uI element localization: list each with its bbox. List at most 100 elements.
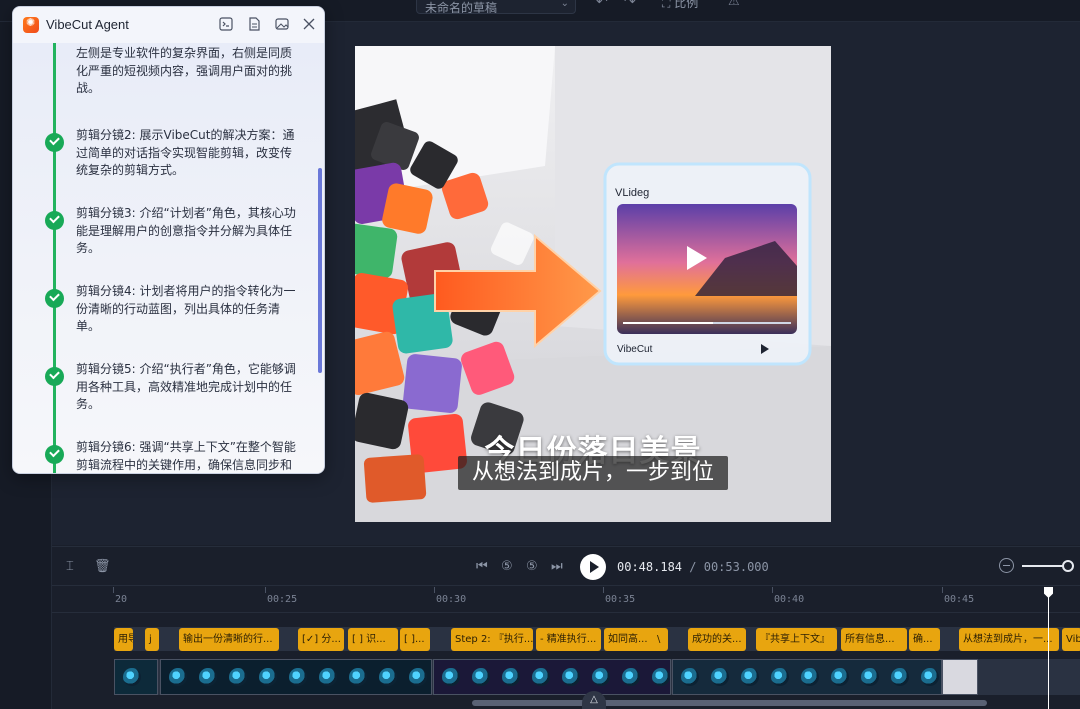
forward-5s-icon[interactable]: ⑤	[526, 559, 538, 575]
robot-thumbnail-icon	[199, 668, 217, 686]
time-separator: /	[689, 560, 697, 574]
project-name-select[interactable]: 未命名的草稿 ⌄	[416, 0, 576, 14]
agent-panel: VibeCut Agent 左侧是专业软件的复杂界面，右侧是同质化严重的短视频内…	[12, 6, 325, 474]
ruler-tick	[113, 587, 114, 593]
robot-thumbnail-icon	[801, 668, 819, 686]
robot-thumbnail-icon	[502, 668, 520, 686]
video-preview[interactable]: VLideg VibeCut 今日份落日美景 从想法到成片，一步到位	[355, 46, 831, 522]
undo-icon[interactable]: ↶	[596, 0, 608, 10]
video-clip[interactable]	[942, 659, 978, 695]
caption-clip[interactable]: 从想法到成片，一...	[959, 628, 1059, 651]
agent-steps-list[interactable]: 左侧是专业软件的复杂界面，右侧是同质化严重的短视频内容，强调用户面对的挑战。 剪辑…	[13, 43, 324, 473]
robot-thumbnail-icon	[259, 668, 277, 686]
playback-controls: ⌶ 🗑 ⏮ ⑤ ⑤ ⏭ 00:48.184 / 00:53.000	[52, 546, 1080, 586]
aspect-ratio-button[interactable]: ⛶ 比例	[662, 0, 698, 11]
close-icon[interactable]	[302, 17, 316, 31]
terminal-icon[interactable]	[219, 17, 233, 31]
inner-player-title: VLideg	[615, 187, 649, 199]
check-circle-icon	[45, 367, 64, 386]
agent-title: VibeCut Agent	[46, 17, 129, 32]
robot-thumbnail-icon	[472, 668, 490, 686]
timecode: 00:48.184 / 00:53.000	[617, 560, 769, 574]
caption-clip[interactable]: 所有信息...	[841, 628, 907, 651]
robot-thumbnail-icon	[442, 668, 460, 686]
robot-thumbnail-icon	[409, 668, 427, 686]
ruler-tick-label: 00:30	[436, 594, 467, 605]
agent-step-text: 左侧是专业软件的复杂界面，右侧是同质化严重的短视频内容，强调用户面对的挑战。	[76, 46, 293, 95]
robot-thumbnail-icon	[622, 668, 640, 686]
split-icon[interactable]: ⌶	[66, 559, 74, 575]
play-button[interactable]	[580, 554, 606, 580]
robot-thumbnail-icon	[861, 668, 879, 686]
robot-thumbnail-icon	[652, 668, 670, 686]
ruler-tick-label: 20	[115, 594, 128, 605]
caption-clip[interactable]: 用导...	[114, 628, 133, 651]
caption-clip[interactable]: - 精准执行...	[536, 628, 601, 651]
ruler-tick-label: 00:25	[267, 594, 298, 605]
agent-step-text: 剪辑分镜5: 介绍“执行者”角色，它能够调用各种工具，高效精准地完成计划中的任务…	[76, 362, 296, 411]
video-clip[interactable]	[672, 659, 942, 695]
caption-clip[interactable]: [ ]...	[400, 628, 430, 651]
caption-clip[interactable]: 确...	[909, 628, 940, 651]
caption-clip[interactable]: j	[145, 628, 159, 651]
caption-clip[interactable]: [✓] 分...	[298, 628, 344, 651]
caption-clip[interactable]: \	[653, 628, 668, 651]
timeline-scrollbar[interactable]	[472, 700, 987, 706]
aspect-ratio-label: 比例	[674, 0, 699, 10]
robot-thumbnail-icon	[891, 668, 909, 686]
ruler-tick	[772, 587, 773, 593]
delete-icon[interactable]: 🗑	[94, 559, 111, 575]
current-time: 00:48.184	[617, 560, 683, 574]
robot-thumbnail-icon	[532, 668, 550, 686]
agent-step-text: 剪辑分镜3: 介绍“计划者”角色，其核心功能是理解用户的创意指令并分解为具体任务…	[76, 206, 296, 255]
robot-thumbnail-icon	[319, 668, 337, 686]
inner-player-brand: VibeCut	[617, 344, 653, 355]
rewind-5s-icon[interactable]: ⑤	[501, 559, 513, 575]
caption-clip[interactable]: [ ] 识...	[348, 628, 398, 651]
redo-icon[interactable]: ↷	[624, 0, 636, 10]
agent-step-text: 剪辑分镜6: 强调“共享上下文”在整个智能剪辑流程中的关键作用，确保信息同步和避…	[76, 440, 296, 472]
zoom-slider-knob[interactable]	[1062, 560, 1074, 572]
skip-back-icon[interactable]: ⏮	[476, 559, 488, 575]
duration: 00:53.000	[703, 560, 769, 574]
robot-thumbnail-icon	[169, 668, 187, 686]
ruler-tick	[942, 587, 943, 593]
robot-thumbnail-icon	[349, 668, 367, 686]
check-circle-icon	[45, 133, 64, 152]
caption-clip[interactable]: Vib	[1062, 628, 1080, 651]
robot-thumbnail-icon	[831, 668, 849, 686]
video-clip[interactable]	[433, 659, 671, 695]
check-circle-icon	[45, 445, 64, 464]
robot-thumbnail-icon	[562, 668, 580, 686]
video-clip[interactable]	[160, 659, 432, 695]
robot-thumbnail-icon	[681, 668, 699, 686]
caption-clip[interactable]: 『共享上下文』	[756, 628, 837, 651]
time-ruler: 20 00:25 00:30 00:35 00:40 00:45	[52, 587, 1080, 613]
robot-thumbnail-icon	[229, 668, 247, 686]
ruler-tick	[434, 587, 435, 593]
timeline-badge[interactable]: △	[582, 691, 606, 709]
zoom-out-icon[interactable]	[999, 558, 1014, 573]
robot-thumbnail-icon	[741, 668, 759, 686]
agent-step-text: 剪辑分镜2: 展示VibeCut的解决方案：通过简单的对话指令实现智能剪辑，改变…	[76, 128, 295, 177]
document-icon[interactable]	[247, 17, 261, 31]
caption-clip[interactable]: Step 2: 『执行...	[451, 628, 533, 651]
agent-scrollbar[interactable]	[318, 168, 322, 373]
ruler-tick	[603, 587, 604, 593]
skip-forward-icon[interactable]: ⏭	[551, 559, 563, 575]
robot-thumbnail-icon	[123, 668, 141, 686]
caption-clip[interactable]: 成功的关...	[688, 628, 746, 651]
vibecut-logo-icon	[23, 16, 39, 33]
caption-clip[interactable]: 输出一份清晰的行...	[179, 628, 279, 651]
share-icon[interactable]: ⚠	[728, 0, 740, 9]
check-circle-icon	[45, 289, 64, 308]
playhead[interactable]	[1048, 587, 1049, 709]
caption-clip[interactable]: 如同高...	[604, 628, 659, 651]
timeline[interactable]: 20 00:25 00:30 00:35 00:40 00:45 用导... j 输出一份清晰…	[52, 587, 1080, 709]
image-icon[interactable]	[275, 17, 289, 31]
robot-thumbnail-icon	[711, 668, 729, 686]
video-clip[interactable]	[114, 659, 158, 695]
robot-thumbnail-icon	[771, 668, 789, 686]
caption-subtitle: 从想法到成片，一步到位	[458, 456, 728, 490]
agent-step-text: 剪辑分镜4: 计划者将用户的指令转化为一份清晰的行动蓝图，列出具体的任务清单。	[76, 284, 296, 333]
